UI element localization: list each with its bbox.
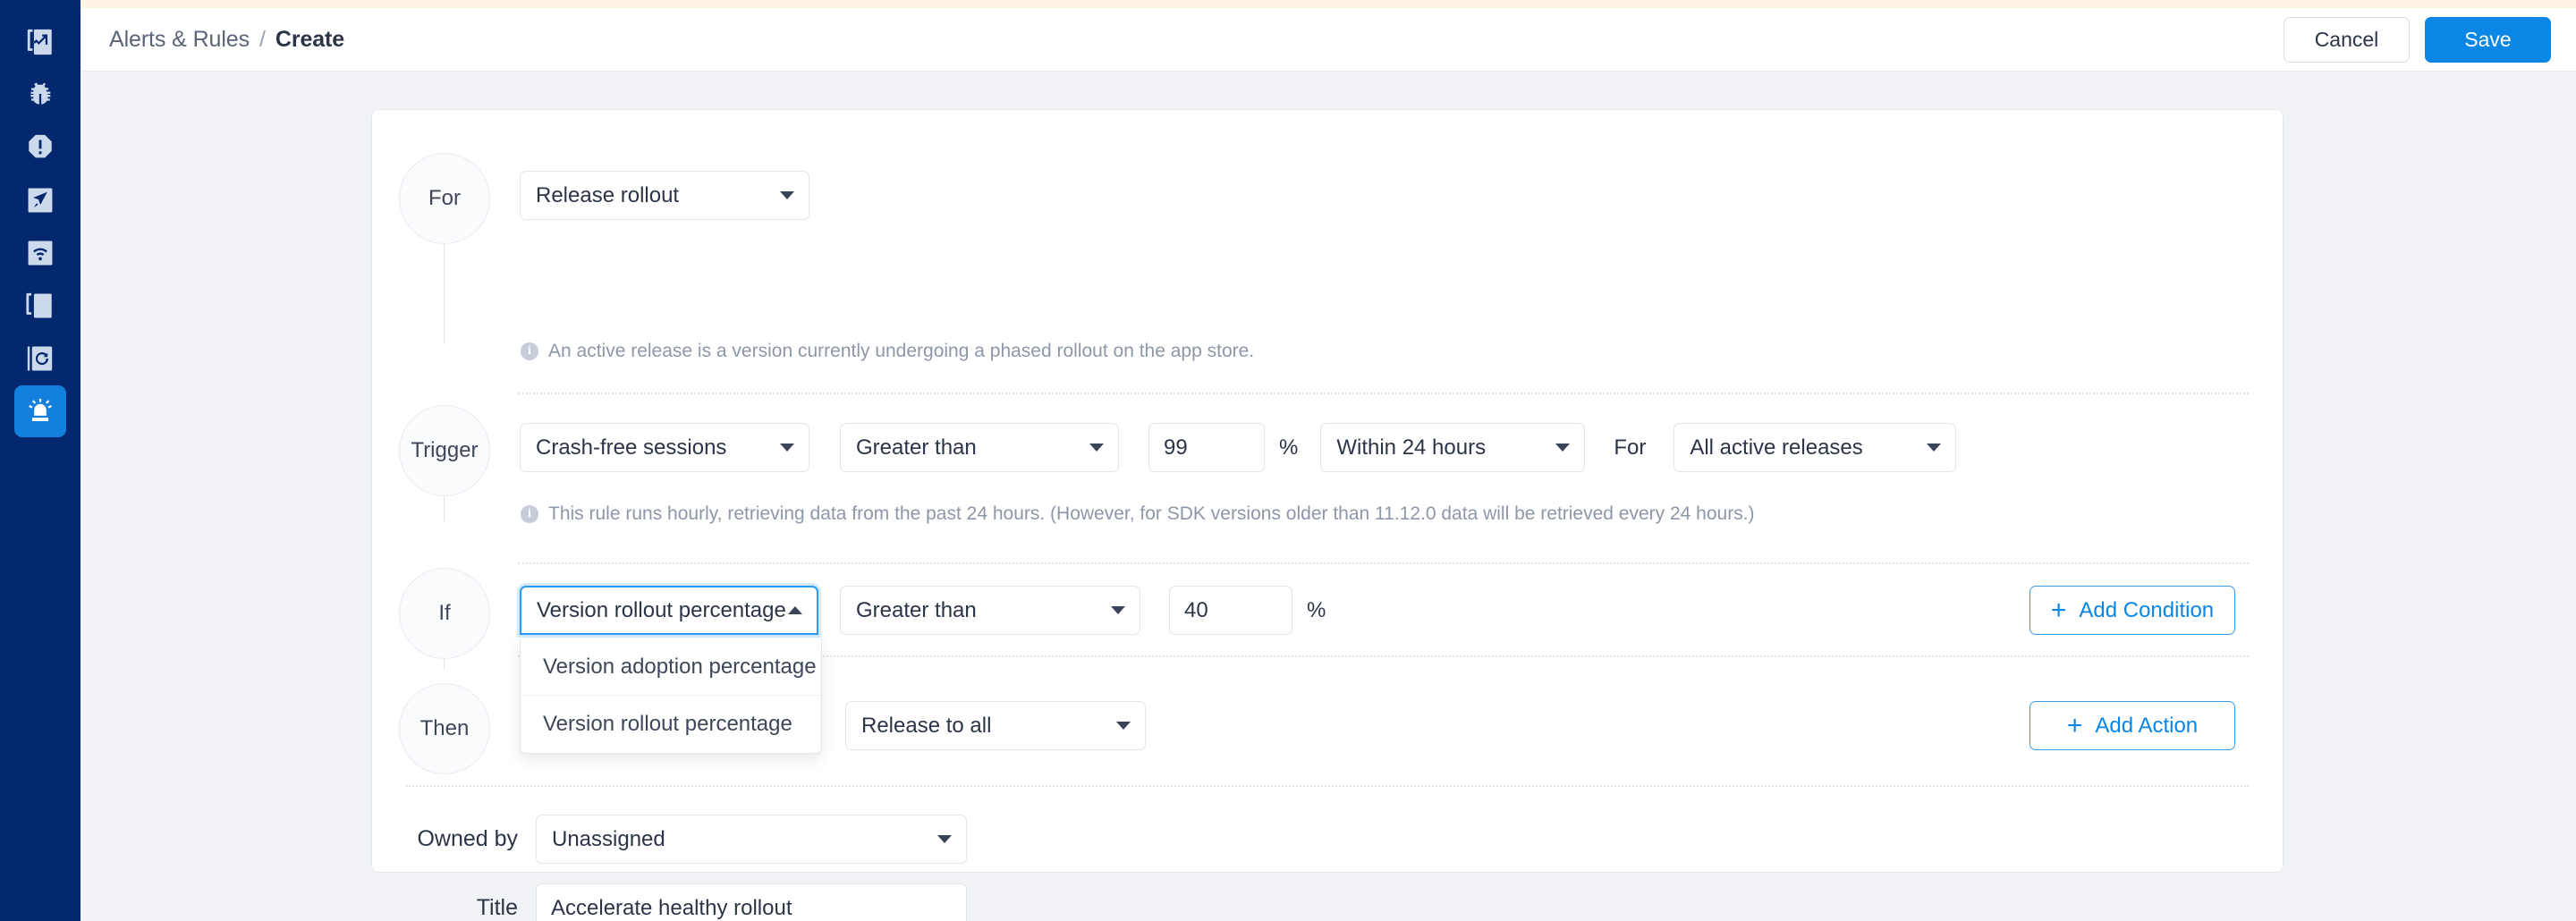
trigger-for-label: For xyxy=(1614,435,1647,460)
trigger-metric-select[interactable]: Crash-free sessions xyxy=(520,423,809,472)
title-label: Title xyxy=(476,895,518,920)
for-fields: Release rollout xyxy=(520,171,809,220)
sidebar-item-alerts[interactable] xyxy=(14,385,66,437)
breadcrumb-separator: / xyxy=(259,26,266,52)
bug-icon xyxy=(25,80,55,110)
owned-by-label: Owned by xyxy=(417,826,518,851)
trigger-threshold-value: 99 xyxy=(1164,435,1188,460)
divider-then-meta xyxy=(406,785,2249,787)
then-action-select[interactable]: Release to all xyxy=(845,701,1146,750)
owned-by-row: Owned by Unassigned xyxy=(397,815,967,864)
then-action-value: Release to all xyxy=(861,713,992,738)
sidebar-item-issues[interactable] xyxy=(14,122,66,173)
page-header: Alerts & Rules / Create Cancel Save xyxy=(80,8,2576,72)
chevron-down-icon xyxy=(780,444,794,452)
then-fields: Release to all xyxy=(845,701,1146,750)
info-icon: i xyxy=(521,342,538,360)
if-condition-value: Version rollout percentage xyxy=(537,597,786,622)
title-value: Accelerate healthy rollout xyxy=(551,895,792,920)
if-bubble-col: If xyxy=(399,568,490,659)
sidebar-item-releases[interactable] xyxy=(14,174,66,226)
star-collection-icon xyxy=(25,291,55,321)
for-hint: i An active release is a version current… xyxy=(521,341,1254,362)
breadcrumb: Alerts & Rules / Create xyxy=(109,27,344,53)
if-threshold-value: 40 xyxy=(1184,597,1208,622)
header-actions: Cancel Save xyxy=(2284,16,2551,63)
add-condition-label: Add Condition xyxy=(2079,597,2215,622)
chevron-down-icon xyxy=(1555,444,1571,452)
rocket-launch-icon xyxy=(25,185,55,215)
if-threshold-unit: % xyxy=(1307,597,1326,622)
info-icon: i xyxy=(521,505,538,523)
if-operator-value: Greater than xyxy=(856,597,977,622)
divider-trigger-if xyxy=(518,562,2249,564)
chevron-down-icon xyxy=(1116,722,1131,730)
trigger-fields: Crash-free sessions Greater than 99 % Wi… xyxy=(520,423,1957,472)
trigger-threshold-unit: % xyxy=(1279,435,1299,460)
plus-icon: + xyxy=(2066,710,2083,740)
chevron-down-icon xyxy=(1089,444,1104,452)
chevron-down-icon xyxy=(1111,606,1125,614)
title-input[interactable]: Accelerate healthy rollout xyxy=(536,883,967,921)
wifi-signal-icon xyxy=(25,238,55,268)
owned-by-value: Unassigned xyxy=(552,826,665,851)
breadcrumb-parent-link[interactable]: Alerts & Rules xyxy=(109,27,250,53)
sidebar-rail xyxy=(0,0,80,921)
then-bubble: Then xyxy=(399,683,490,774)
chevron-down-icon xyxy=(780,191,794,199)
save-button[interactable]: Save xyxy=(2425,16,2551,63)
rule-builder-card: For Release rollout i An active release … xyxy=(371,109,2284,921)
for-hint-text: An active release is a version currently… xyxy=(548,341,1255,361)
history-restore-icon xyxy=(25,343,55,374)
top-accent-strip xyxy=(80,0,2576,8)
chevron-down-icon xyxy=(937,835,952,843)
trigger-metric-value: Crash-free sessions xyxy=(536,435,727,460)
sidebar-item-bugs[interactable] xyxy=(14,69,66,121)
dropdown-option-version-adoption[interactable]: Version adoption percentage xyxy=(521,638,821,696)
if-fields: Version rollout percentage Version adopt… xyxy=(520,586,1326,754)
page-body: For Release rollout i An active release … xyxy=(80,72,2576,921)
connector-for-trigger xyxy=(444,244,445,344)
add-condition-button[interactable]: + Add Condition xyxy=(2029,586,2235,635)
breadcrumb-current: Create xyxy=(275,26,345,52)
trigger-window-select[interactable]: Within 24 hours xyxy=(1320,423,1586,472)
report-trend-icon xyxy=(25,27,55,57)
title-row: Title Accelerate healthy rollout xyxy=(397,883,967,921)
sidebar-item-favorites[interactable] xyxy=(14,280,66,332)
if-condition-select[interactable]: Version rollout percentage Version adopt… xyxy=(520,586,822,754)
trigger-window-value: Within 24 hours xyxy=(1336,435,1487,460)
if-condition-dropdown-menu: Version adoption percentage Version roll… xyxy=(520,638,822,754)
add-action-button[interactable]: + Add Action xyxy=(2029,701,2235,750)
trigger-threshold-input[interactable]: 99 xyxy=(1148,423,1265,472)
plus-icon: + xyxy=(2050,595,2067,625)
trigger-hint: i This rule runs hourly, retrieving data… xyxy=(521,503,1755,525)
chevron-down-icon xyxy=(1927,444,1942,452)
cancel-button[interactable]: Cancel xyxy=(2284,16,2410,63)
for-target-select-value: Release rollout xyxy=(536,182,680,207)
chevron-up-icon xyxy=(788,606,802,614)
trigger-hint-text: This rule runs hourly, retrieving data f… xyxy=(548,503,1755,524)
for-target-select[interactable]: Release rollout xyxy=(520,171,809,220)
trigger-bubble-col: Trigger xyxy=(399,405,490,496)
sidebar-item-reports[interactable] xyxy=(14,16,66,68)
sidebar-item-performance[interactable] xyxy=(14,227,66,279)
sidebar-item-history[interactable] xyxy=(14,333,66,384)
trigger-operator-select[interactable]: Greater than xyxy=(840,423,1119,472)
if-threshold-input[interactable]: 40 xyxy=(1169,586,1292,635)
trigger-scope-value: All active releases xyxy=(1690,435,1863,460)
then-bubble-col: Then xyxy=(399,683,490,774)
trigger-scope-select[interactable]: All active releases xyxy=(1674,423,1957,472)
for-bubble-col: For xyxy=(399,153,490,244)
add-action-label: Add Action xyxy=(2095,713,2199,738)
dropdown-option-version-rollout[interactable]: Version rollout percentage xyxy=(521,696,821,753)
alert-exclamation-icon xyxy=(25,132,55,163)
trigger-bubble: Trigger xyxy=(399,405,490,496)
siren-alarm-icon xyxy=(25,396,55,427)
for-bubble: For xyxy=(399,153,490,244)
divider-for-trigger xyxy=(518,393,2249,394)
trigger-operator-value: Greater than xyxy=(856,435,977,460)
if-operator-select[interactable]: Greater than xyxy=(840,586,1140,635)
owned-by-select[interactable]: Unassigned xyxy=(536,815,967,864)
if-bubble: If xyxy=(399,568,490,659)
